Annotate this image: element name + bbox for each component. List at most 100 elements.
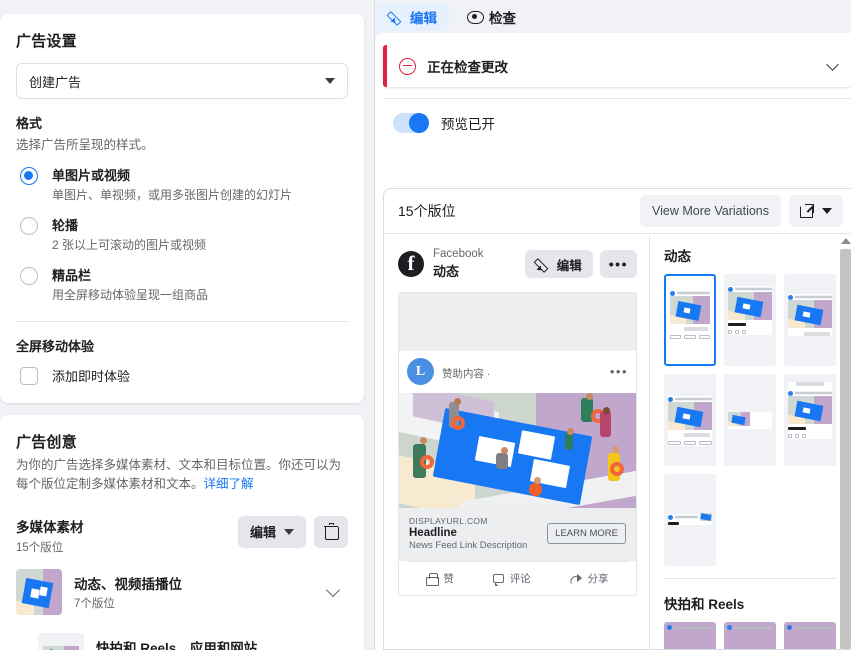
rail-section-feed-title: 动态 <box>664 245 851 265</box>
right-preview-column: 编辑 检查 正在检查更改 预览已开 15个版位 View More <box>374 0 851 650</box>
ad-description: News Feed Link Description <box>409 540 547 551</box>
stories-thumbnail-grid <box>664 622 836 649</box>
format-option-carousel[interactable]: 轮播 2 张以上可滚动的图片或视频 <box>16 215 348 253</box>
thumbnail-feed-6[interactable] <box>784 374 836 466</box>
placement-surface: 动态 <box>433 261 525 280</box>
popout-preview-button[interactable] <box>789 195 843 227</box>
preview-container: 15个版位 View More Variations f Facebook <box>383 188 851 650</box>
instant-experience-row[interactable]: 添加即时体验 <box>16 366 348 385</box>
tab-edit[interactable]: 编辑 <box>377 2 449 31</box>
chevron-down-icon <box>822 208 832 214</box>
thumbnail-story-2[interactable] <box>724 622 776 649</box>
radio-icon[interactable] <box>20 217 38 235</box>
format-subtitle: 选择广告所呈现的样式。 <box>16 134 348 153</box>
preview-header: 15个版位 View More Variations <box>384 189 851 234</box>
edit-placement-label: 编辑 <box>557 255 582 274</box>
placement-more-button[interactable]: ••• <box>600 250 637 278</box>
comment-label: 评论 <box>510 571 531 586</box>
like-label: 赞 <box>443 571 454 586</box>
avatar: L <box>407 358 434 385</box>
ad-creative-desc: 为你的广告选择多媒体素材、文本和目标位置。你还可以为每个版位定制多媒体素材和文本… <box>16 456 348 494</box>
format-option-desc: 2 张以上可滚动的图片或视频 <box>52 236 206 253</box>
placement-thumbnail-rail: 动态 <box>649 235 851 649</box>
asset-row-count: 7个版位 <box>74 595 328 611</box>
format-option-desc: 单图片、单视频，或用多张图片创建的幻灯片 <box>52 186 292 203</box>
radio-icon[interactable] <box>20 267 38 285</box>
thumbnail-feed-3[interactable] <box>784 274 836 366</box>
asset-thumbnail <box>38 633 84 650</box>
chevron-down-icon[interactable] <box>326 582 340 596</box>
sponsored-label: 赞助内容 · <box>442 366 610 381</box>
edit-placement-button[interactable]: 编辑 <box>525 250 593 278</box>
format-title: 格式 <box>16 113 348 132</box>
thumbnail-feed-2[interactable] <box>724 274 776 366</box>
thumbnail-story-1[interactable] <box>664 622 716 649</box>
ad-action-bar: 赞 评论 分享 <box>407 561 628 595</box>
preview-body: f Facebook 动态 编辑 ••• <box>384 235 851 649</box>
chevron-down-icon <box>325 78 335 84</box>
rail-scrollbar[interactable] <box>838 235 851 649</box>
ad-creation-select[interactable]: 创建广告 <box>16 63 348 99</box>
format-option-single-image[interactable]: 单图片或视频 单图片、单视频，或用多张图片创建的幻灯片 <box>16 165 348 203</box>
tab-inspect[interactable]: 检查 <box>455 2 528 31</box>
format-option-label: 精品栏 <box>52 265 208 284</box>
learn-more-link[interactable]: 详细了解 <box>204 477 254 491</box>
like-action[interactable]: 赞 <box>426 571 454 586</box>
preview-tabs: 编辑 检查 <box>375 0 528 33</box>
more-horizontal-icon[interactable]: ••• <box>610 364 628 379</box>
left-settings-column: 广告设置 创建广告 格式 选择广告所呈现的样式。 单图片或视频 单图片、单视频，… <box>0 0 374 650</box>
trash-icon <box>324 524 338 539</box>
thumbnail-feed-4[interactable] <box>664 374 716 466</box>
facebook-icon: f <box>398 251 424 277</box>
ad-headline: Headline <box>409 527 547 539</box>
chevron-down-icon[interactable] <box>326 646 340 650</box>
ad-creation-select-value: 创建广告 <box>29 72 81 91</box>
placement-header: f Facebook 动态 编辑 ••• <box>398 245 637 283</box>
scrollbar-thumb[interactable] <box>840 249 851 649</box>
pencil-icon <box>536 257 550 271</box>
share-label: 分享 <box>588 571 609 586</box>
pencil-icon <box>389 10 403 24</box>
thumbnail-feed-7[interactable] <box>664 474 716 566</box>
fullscreen-title: 全屏移动体验 <box>16 336 348 355</box>
ad-preview-pane: f Facebook 动态 编辑 ••• <box>384 235 649 649</box>
learn-more-cta-button[interactable]: LEARN MORE <box>547 523 626 544</box>
thumbnail-story-3[interactable] <box>784 622 836 649</box>
delete-assets-button[interactable] <box>314 516 348 548</box>
eye-icon <box>467 11 482 22</box>
format-option-label: 轮播 <box>52 215 206 234</box>
edit-assets-button[interactable]: 编辑 <box>238 516 306 548</box>
thumbnail-feed-1[interactable] <box>664 274 716 366</box>
scroll-up-arrow-icon[interactable] <box>841 238 851 244</box>
review-changes-text: 正在检查更改 <box>427 56 828 76</box>
comment-icon <box>493 574 504 583</box>
ad-creative-card: 广告创意 为你的广告选择多媒体素材、文本和目标位置。你还可以为每个版位定制多媒体… <box>0 415 364 650</box>
asset-row-feed[interactable]: 动态、视频插播位 7个版位 <box>16 569 348 615</box>
preview-toggle-row: 预览已开 <box>393 113 851 133</box>
radio-icon-selected[interactable] <box>20 167 38 185</box>
format-option-collection[interactable]: 精品栏 用全屏移动体验呈现一组商品 <box>16 265 348 303</box>
preview-toggle[interactable] <box>393 113 429 133</box>
instant-experience-label: 添加即时体验 <box>52 366 130 385</box>
edit-assets-label: 编辑 <box>250 522 276 541</box>
chevron-down-icon <box>284 529 294 535</box>
ad-preview-card: L 赞助内容 · ••• <box>398 292 637 596</box>
thumbnail-feed-5[interactable] <box>724 374 776 466</box>
share-action[interactable]: 分享 <box>570 571 609 586</box>
share-icon <box>570 574 582 584</box>
asset-row-title: 快拍和 Reels、应用和网站 <box>96 637 328 650</box>
comment-action[interactable]: 评论 <box>493 571 531 586</box>
asset-thumbnail <box>16 569 62 615</box>
ad-creative-desc-text: 为你的广告选择多媒体素材、文本和目标位置。你还可以为每个版位定制多媒体素材和文本… <box>16 458 341 491</box>
ad-creative-image <box>399 393 636 508</box>
asset-row-stories[interactable]: 快拍和 Reels、应用和网站 5个版位 <box>16 633 348 650</box>
preview-toggle-label: 预览已开 <box>441 113 495 133</box>
checkbox-icon[interactable] <box>20 367 38 385</box>
preview-panel: 正在检查更改 预览已开 15个版位 View More Variations <box>375 33 851 650</box>
circle-minus-icon <box>399 58 416 75</box>
review-changes-alert[interactable]: 正在检查更改 <box>383 45 851 87</box>
tab-inspect-label: 检查 <box>489 7 516 27</box>
view-more-variations-button[interactable]: View More Variations <box>640 195 781 227</box>
ad-creative-title: 广告创意 <box>16 431 348 452</box>
chevron-down-icon[interactable] <box>826 58 839 71</box>
